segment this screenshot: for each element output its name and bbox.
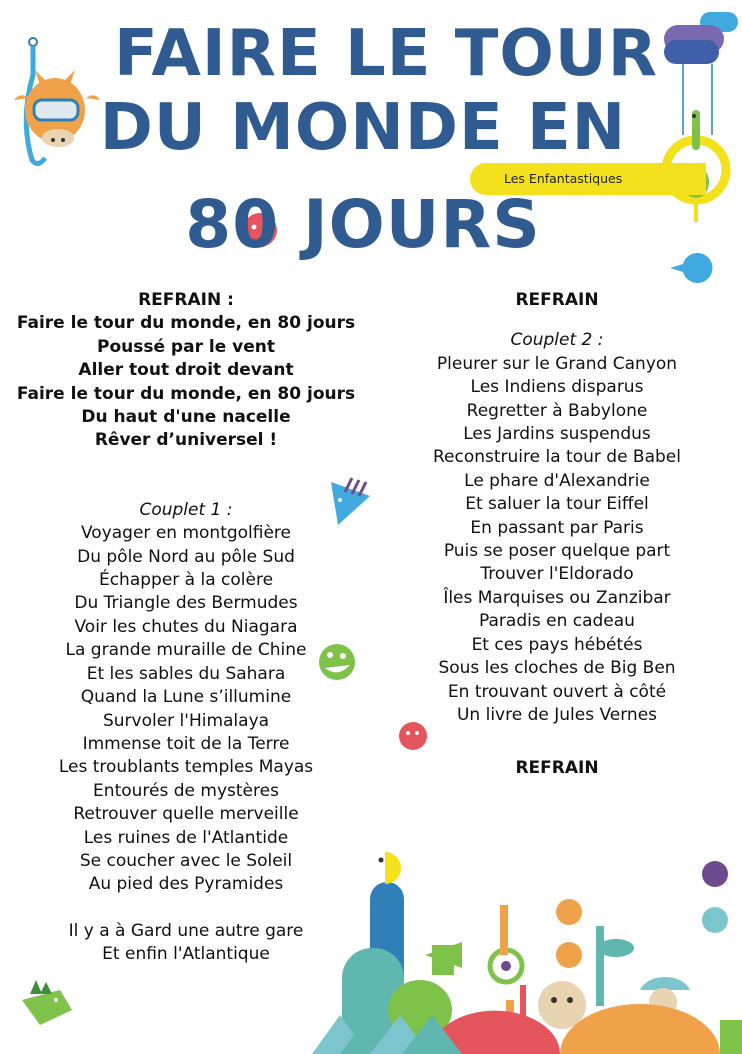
title-jours: JOURS bbox=[279, 186, 541, 263]
couplet-1-line: Survoler l'Himalaya bbox=[102, 710, 270, 731]
title-line-3: 80 JOURS bbox=[0, 192, 734, 258]
couplet-2-line: Et saluer la tour Eiffel bbox=[465, 494, 649, 515]
couplet-1-line: Au pied des Pyramides bbox=[88, 874, 284, 895]
couplet-2-line: Et ces pays hébétés bbox=[471, 634, 643, 655]
couplet-1-line: Voir les chutes du Niagara bbox=[74, 616, 298, 637]
couplet-1-line: Les troublants temples Mayas bbox=[58, 757, 314, 778]
couplet-1-line: Se coucher avec le Soleil bbox=[79, 850, 293, 871]
refrain-line: Faire le tour du monde, en 80 jours bbox=[16, 383, 356, 404]
couplet-2-line: En trouvant ouvert à côté bbox=[447, 681, 667, 702]
couplet-2-line: Le phare d'Alexandrie bbox=[464, 470, 650, 491]
couplet-1-line: Du pôle Nord au pôle Sud bbox=[77, 546, 295, 567]
couplet-1-line: Et les sables du Sahara bbox=[86, 663, 286, 684]
green-monster-bottom-left bbox=[22, 980, 72, 1025]
couplet-2-line: Pleurer sur le Grand Canyon bbox=[436, 353, 678, 374]
couplet-1-line: Immense toit de la Terre bbox=[82, 733, 290, 754]
refrain-line: Aller tout droit devant bbox=[78, 360, 294, 381]
title-digit-0: 0 bbox=[232, 186, 280, 263]
couplet-2-line: Sous les cloches de Big Ben bbox=[438, 658, 676, 679]
couplet-2-line: Les Jardins suspendus bbox=[463, 424, 651, 445]
bottom-scene-illustration bbox=[312, 852, 742, 1054]
couplet-2-heading: Couplet 2 : bbox=[510, 330, 604, 351]
refrain-line: Poussé par le vent bbox=[97, 336, 275, 357]
couplet-1-line: Retrouver quelle merveille bbox=[73, 804, 299, 825]
couplet-2-line: Îles Marquises ou Zanzibar bbox=[443, 587, 671, 608]
couplet-1-line: La grande muraille de Chine bbox=[65, 640, 307, 661]
closing-line: Il y a à Gard une autre gare bbox=[68, 920, 304, 941]
couplet-2-line: Puis se poser quelque part bbox=[443, 541, 671, 562]
couplet-2-line: Reconstruire la tour de Babel bbox=[432, 447, 681, 468]
right-column: REFRAIN Couplet 2 : Pleurer sur le Grand… bbox=[402, 289, 712, 781]
refrain-line: Faire le tour du monde, en 80 jours bbox=[16, 313, 356, 334]
couplet-2-line: En passant par Paris bbox=[470, 517, 644, 538]
couplet-2-line: Les Indiens disparus bbox=[470, 377, 644, 398]
refrain-heading: REFRAIN : bbox=[138, 290, 234, 310]
closing-line: Et enfin l'Atlantique bbox=[102, 944, 270, 965]
couplet-1-line: Voyager en montgolfière bbox=[80, 523, 292, 544]
couplet-2-line: Trouver l'Eldorado bbox=[480, 564, 634, 585]
couplet-1-line: Entourés de mystères bbox=[93, 780, 279, 801]
couplet-2-line: Un livre de Jules Vernes bbox=[456, 704, 658, 725]
title-line-1: FAIRE LE TOUR bbox=[113, 17, 659, 91]
couplet-2-line: Regretter à Babylone bbox=[466, 400, 648, 421]
refrain-line: Rêver d’universel ! bbox=[94, 430, 278, 451]
refrain-marker-top: REFRAIN bbox=[515, 290, 599, 310]
artist-badge: Les Enfantastiques bbox=[470, 163, 706, 195]
refrain-marker-bottom: REFRAIN bbox=[515, 758, 599, 779]
left-column: REFRAIN : Faire le tour du monde, en 80 … bbox=[10, 289, 362, 967]
couplet-1-line: Échapper à la colère bbox=[98, 570, 274, 591]
title-line-2: DU MONDE EN bbox=[99, 91, 627, 165]
title-digit-8: 8 bbox=[185, 186, 233, 263]
refrain-line: Du haut d'une nacelle bbox=[81, 407, 291, 428]
couplet-1-line: Quand la Lune s’illumine bbox=[80, 687, 292, 708]
couplet-1-line: Du Triangle des Bermudes bbox=[74, 593, 298, 614]
couplet-1-line: Les ruines de l'Atlantide bbox=[83, 827, 289, 848]
couplet-1-heading: Couplet 1 : bbox=[139, 499, 233, 520]
couplet-2-line: Paradis en cadeau bbox=[479, 611, 635, 632]
